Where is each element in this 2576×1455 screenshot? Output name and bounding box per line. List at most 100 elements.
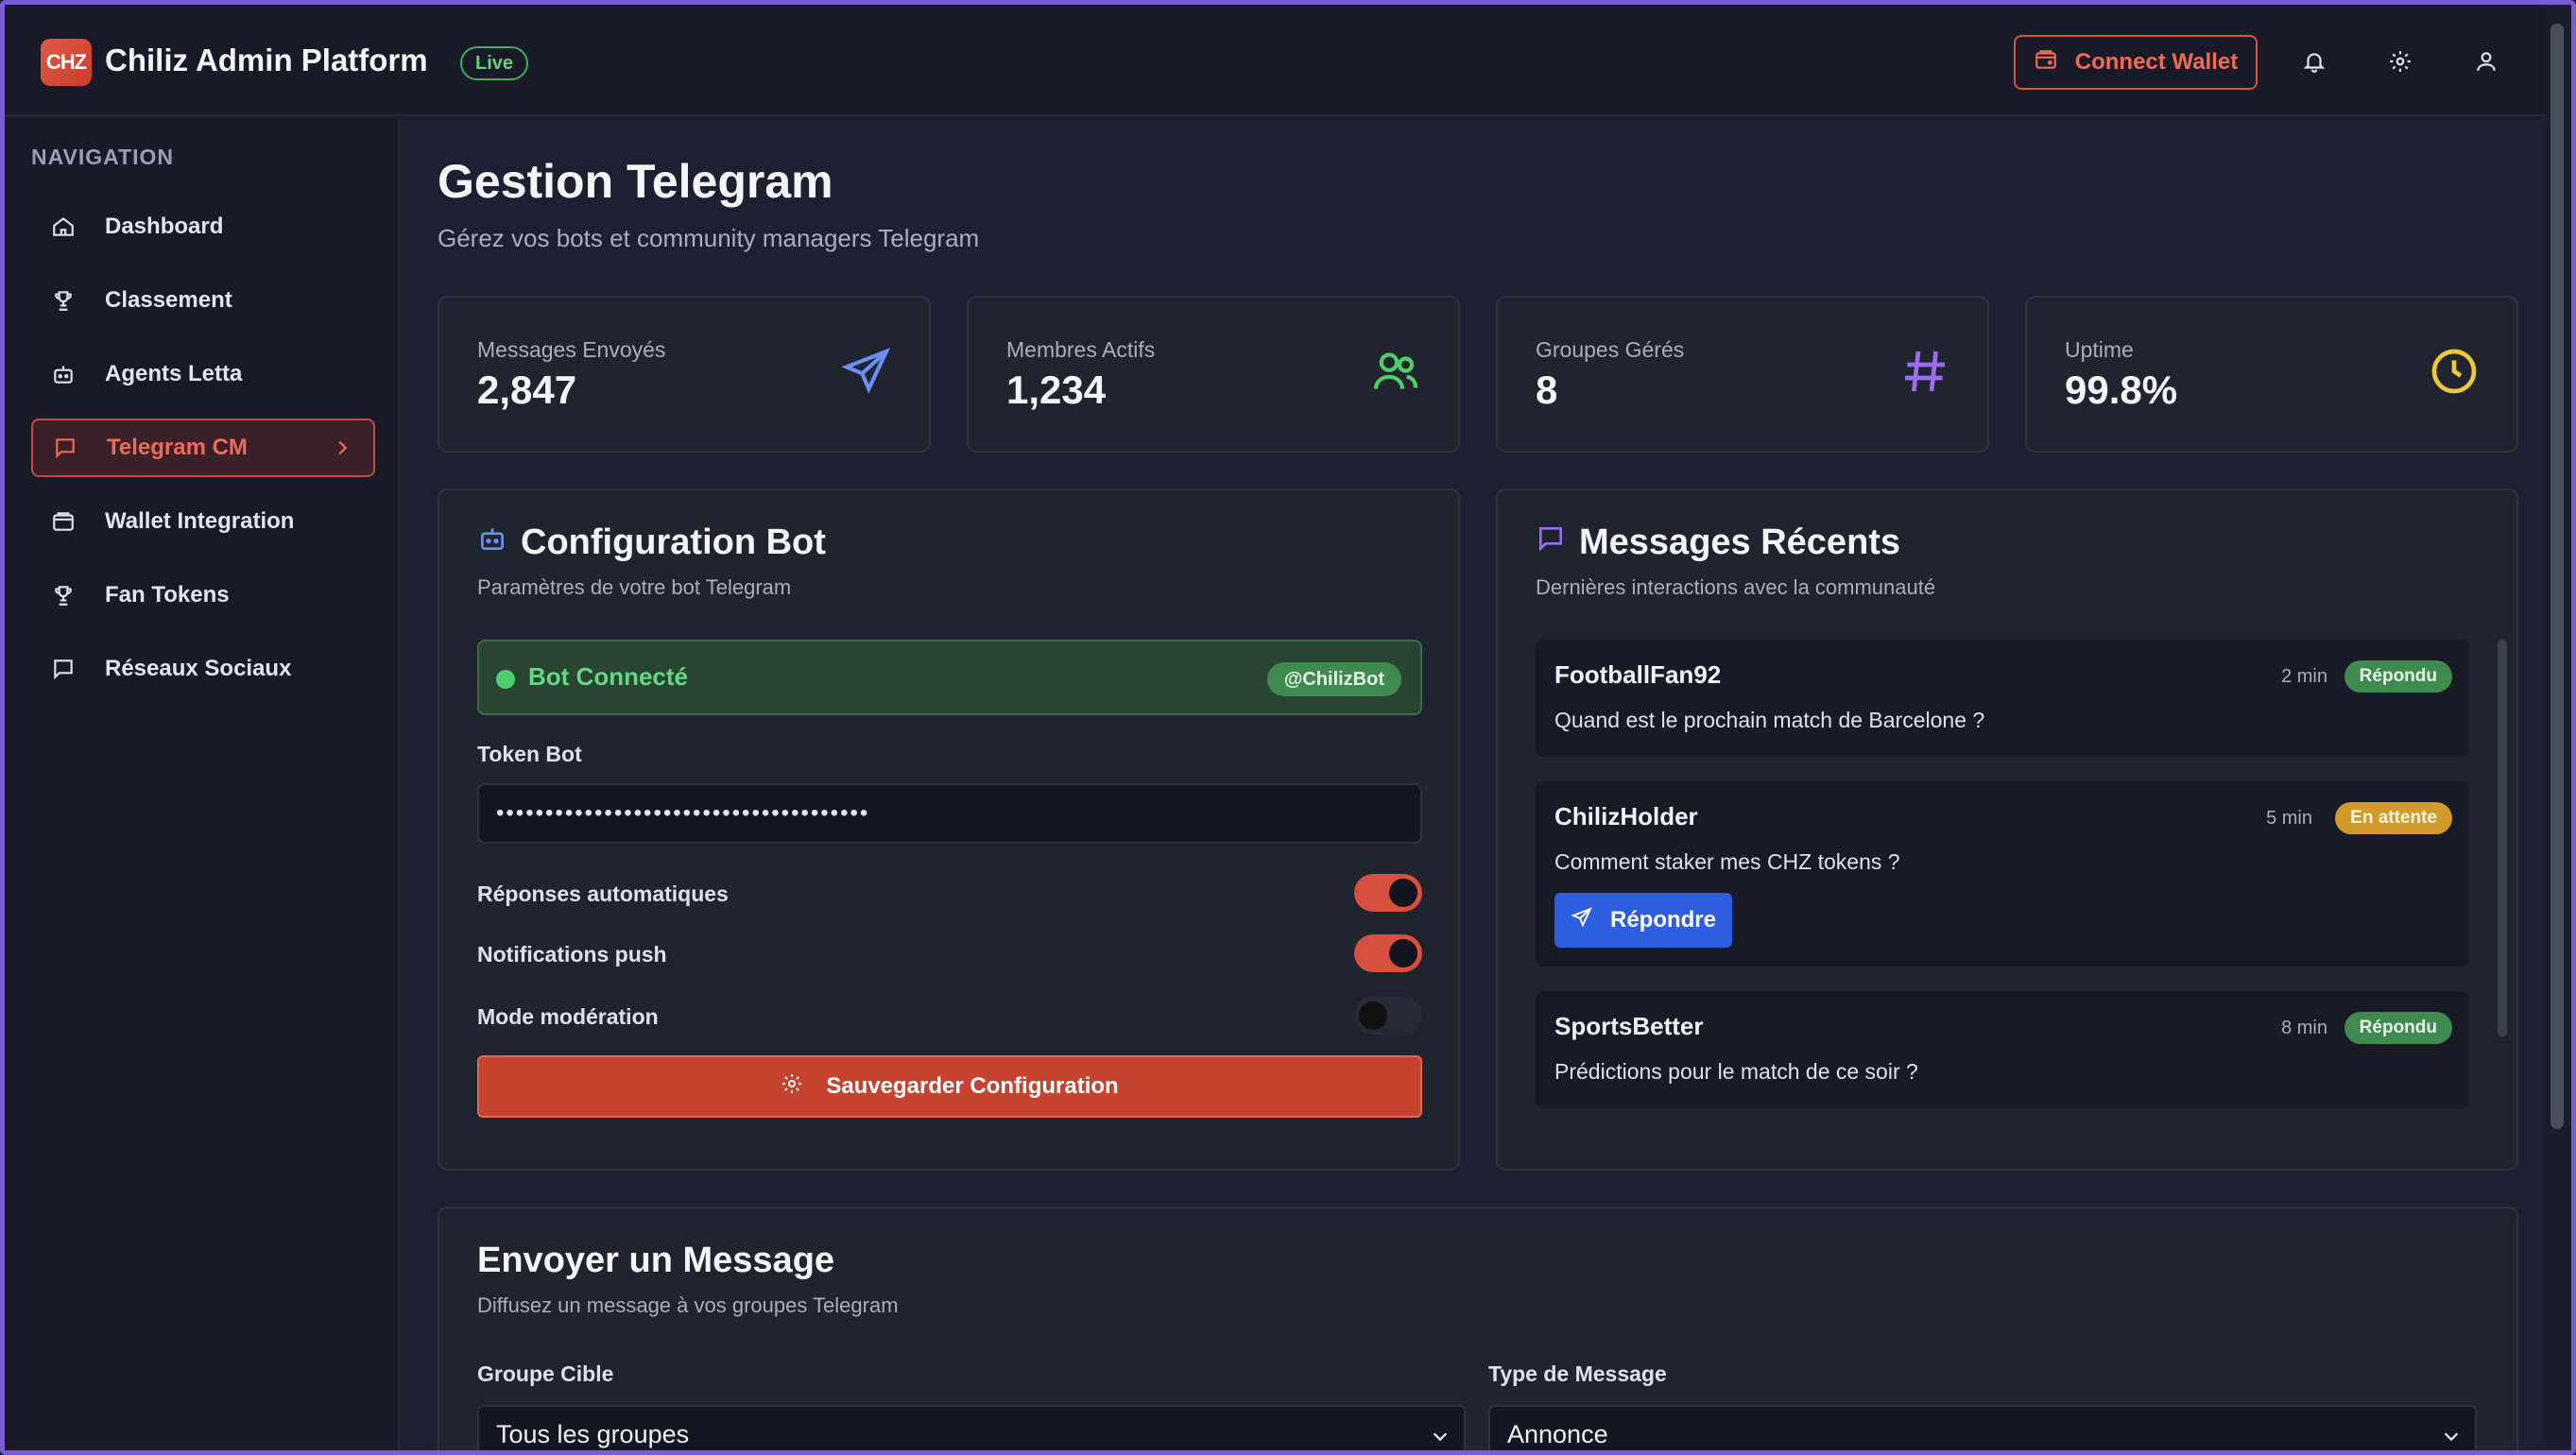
sidebar-item-label: Classement bbox=[105, 287, 232, 313]
list-item[interactable]: SportsBetter 8 min Répondu Prédictions p… bbox=[1536, 991, 2469, 1108]
bot-status-text: Bot Connecté bbox=[528, 662, 688, 691]
recent-messages-title: Messages Récents bbox=[1579, 522, 1901, 562]
send-message-title: Envoyer un Message bbox=[477, 1241, 835, 1280]
bot-config-title: Configuration Bot bbox=[521, 522, 826, 562]
sidebar-item-label: Telegram CM bbox=[107, 435, 248, 460]
sidebar-item-label: Réseaux Sociaux bbox=[105, 656, 292, 681]
section-title: Configuration Bot bbox=[477, 522, 826, 563]
reply-button[interactable]: Répondre bbox=[1554, 893, 1732, 948]
reply-label: Répondre bbox=[1609, 907, 1716, 933]
status-badge: Répondu bbox=[2344, 1012, 2452, 1044]
sidebar-item-label: Wallet Integration bbox=[105, 508, 295, 534]
message-icon bbox=[50, 433, 80, 463]
save-configuration-button[interactable]: Sauvegarder Configuration bbox=[477, 1055, 1422, 1118]
recent-messages-subtitle: Dernières interactions avec la communaut… bbox=[1536, 575, 1936, 599]
gear-icon bbox=[781, 1072, 803, 1102]
sidebar-item-label: Dashboard bbox=[105, 214, 224, 239]
list-item[interactable]: ChilizHolder 5 min En attente Comment st… bbox=[1536, 781, 2469, 967]
message-text: Prédictions pour le match de ce soir ? bbox=[1554, 1059, 1918, 1084]
stat-value: 8 bbox=[1536, 368, 1558, 412]
chevron-right-icon bbox=[332, 437, 352, 465]
chevron-down-icon bbox=[1430, 1424, 1451, 1450]
chevron-down-icon bbox=[2441, 1424, 2462, 1450]
trophy-icon bbox=[48, 285, 78, 316]
toggle-row-push-notifications: Notifications push bbox=[477, 934, 1422, 976]
sidebar: NAVIGATION Dashboard Classement Agents L… bbox=[5, 118, 400, 1450]
message-user: ChilizHolder bbox=[1554, 802, 1698, 830]
send-icon bbox=[840, 345, 893, 398]
sidebar-item-classement[interactable]: Classement bbox=[31, 271, 375, 330]
stat-value: 1,234 bbox=[1006, 368, 1107, 412]
moderation-toggle[interactable] bbox=[1354, 997, 1422, 1035]
target-group-label: Groupe Cible bbox=[477, 1361, 614, 1386]
stat-label: Membres Actifs bbox=[1006, 337, 1156, 362]
message-time: 8 min bbox=[2281, 1018, 2327, 1038]
send-message-card: Envoyer un Message Diffusez un message à… bbox=[438, 1207, 2518, 1450]
wallet-icon bbox=[2034, 47, 2058, 78]
gear-icon[interactable] bbox=[2383, 44, 2417, 78]
target-group-value: Tous les groupes bbox=[496, 1419, 690, 1448]
toggle-label: Mode modération bbox=[477, 1004, 659, 1029]
stat-value: 2,847 bbox=[477, 368, 577, 412]
toggle-row-moderation: Mode modération bbox=[477, 997, 1422, 1038]
message-type-value: Annonce bbox=[1507, 1419, 1608, 1448]
toggle-row-auto-replies: Réponses automatiques bbox=[477, 874, 1422, 916]
section-title: Messages Récents bbox=[1536, 522, 1900, 563]
message-time: 2 min bbox=[2281, 666, 2327, 687]
auto-replies-toggle[interactable] bbox=[1354, 874, 1422, 912]
stat-card-messages: Messages Envoyés 2,847 bbox=[438, 296, 931, 453]
push-notifications-toggle[interactable] bbox=[1354, 934, 1422, 972]
status-badge: Répondu bbox=[2344, 660, 2452, 693]
home-icon bbox=[48, 212, 78, 242]
send-icon bbox=[1571, 906, 1593, 935]
sidebar-item-reseaux-sociaux[interactable]: Réseaux Sociaux bbox=[31, 640, 375, 698]
sidebar-item-wallet-integration[interactable]: Wallet Integration bbox=[31, 492, 375, 551]
sidebar-item-agents-letta[interactable]: Agents Letta bbox=[31, 345, 375, 403]
message-time: 5 min bbox=[2266, 808, 2312, 829]
sidebar-item-dashboard[interactable]: Dashboard bbox=[31, 197, 375, 256]
stat-card-groups: Groupes Gérés 8 bbox=[1496, 296, 1989, 453]
users-icon bbox=[1369, 345, 1422, 398]
bell-icon[interactable] bbox=[2297, 44, 2331, 78]
message-user: FootballFan92 bbox=[1554, 660, 1722, 689]
message-text: Comment staker mes CHZ tokens ? bbox=[1554, 849, 1900, 874]
stat-value: 99.8% bbox=[2065, 368, 2178, 412]
sidebar-item-fan-tokens[interactable]: Fan Tokens bbox=[31, 566, 375, 625]
scrollbar-thumb[interactable] bbox=[2550, 24, 2564, 1129]
app-title: Chiliz Admin Platform bbox=[105, 43, 428, 77]
user-icon[interactable] bbox=[2469, 44, 2503, 78]
connect-wallet-button[interactable]: Connect Wallet bbox=[2014, 35, 2258, 90]
stat-card-members: Membres Actifs 1,234 bbox=[967, 296, 1460, 453]
token-label: Token Bot bbox=[477, 742, 582, 766]
trophy-icon bbox=[48, 580, 78, 610]
message-type-label: Type de Message bbox=[1488, 1361, 1667, 1386]
sidebar-item-telegram-cm[interactable]: Telegram CM bbox=[31, 419, 375, 477]
live-badge: Live bbox=[460, 46, 529, 80]
message-type-select[interactable]: Annonce bbox=[1488, 1405, 2477, 1450]
app-window: CHZ Chiliz Admin Platform Live Connect W… bbox=[0, 0, 2576, 1455]
stat-label: Messages Envoyés bbox=[477, 337, 666, 362]
bot-config-card: Configuration Bot Paramètres de votre bo… bbox=[438, 488, 1460, 1171]
bot-handle-badge: @ChilizBot bbox=[1266, 662, 1401, 696]
send-message-subtitle: Diffusez un message à vos groupes Telegr… bbox=[477, 1293, 899, 1317]
message-list-scrollbar[interactable] bbox=[2498, 640, 2507, 1131]
message-list[interactable]: FootballFan92 2 min Répondu Quand est le… bbox=[1536, 640, 2490, 1131]
stat-card-uptime: Uptime 99.8% bbox=[2025, 296, 2518, 453]
toggle-label: Notifications push bbox=[477, 942, 667, 967]
sidebar-item-label: Agents Letta bbox=[105, 361, 243, 386]
target-group-select[interactable]: Tous les groupes bbox=[477, 1405, 1466, 1450]
status-badge: En attente bbox=[2335, 802, 2452, 834]
page-scrollbar[interactable] bbox=[2545, 5, 2571, 1450]
token-input[interactable] bbox=[477, 783, 1422, 844]
nav-heading: NAVIGATION bbox=[31, 145, 174, 169]
connect-wallet-label: Connect Wallet bbox=[2074, 49, 2239, 75]
list-item[interactable]: FootballFan92 2 min Répondu Quand est le… bbox=[1536, 640, 2469, 757]
clock-icon bbox=[2428, 345, 2481, 398]
top-bar: CHZ Chiliz Admin Platform Live Connect W… bbox=[5, 5, 2545, 116]
wallet-icon bbox=[48, 506, 78, 537]
status-dot bbox=[496, 670, 515, 689]
toggle-label: Réponses automatiques bbox=[477, 882, 729, 906]
scrollbar-thumb[interactable] bbox=[2498, 640, 2507, 1036]
main-content: Gestion Telegram Gérez vos bots et commu… bbox=[402, 118, 2545, 1450]
app-logo: CHZ bbox=[41, 39, 92, 86]
